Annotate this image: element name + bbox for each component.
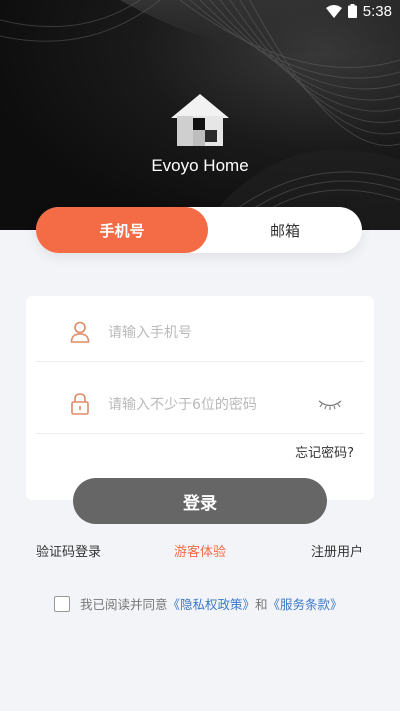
header-banner: 5:38 Evoyo Home — [0, 0, 400, 230]
status-time: 5:38 — [362, 2, 392, 20]
agreement-and: 和 — [255, 597, 268, 612]
app-name: Evoyo Home — [151, 156, 249, 175]
agreement-checkbox[interactable] — [54, 595, 70, 612]
status-bar: 5:38 — [0, 0, 400, 22]
tab-email[interactable]: 邮箱 — [208, 207, 362, 253]
password-field[interactable]: 请输入不少于6位的密码 — [36, 374, 364, 434]
register-link[interactable]: 注册用户 — [311, 541, 363, 560]
login-method-tabs: 手机号 邮箱 — [36, 207, 362, 253]
forgot-password-link[interactable]: 忘记密码? — [295, 442, 354, 461]
eye-closed-icon[interactable] — [316, 396, 344, 412]
agreement-row: 我已阅读并同意 《隐私权政策》 和 《服务条款》 — [54, 594, 343, 613]
phone-field[interactable]: 请输入手机号 — [36, 302, 364, 362]
lock-icon — [66, 390, 94, 418]
guest-mode-link[interactable]: 游客体验 — [174, 541, 226, 560]
agreement-prefix: 我已阅读并同意 — [80, 597, 168, 612]
wifi-icon — [325, 4, 342, 18]
privacy-policy-link[interactable]: 《隐私权政策》 — [168, 594, 256, 613]
terms-of-service-link[interactable]: 《服务条款》 — [268, 594, 343, 613]
auth-links: 验证码登录 游客体验 注册用户 — [0, 541, 400, 561]
login-form-card: 请输入手机号 请输入不少于6位的密码 忘记密码? — [26, 296, 374, 500]
login-button[interactable]: 登录 — [73, 478, 327, 524]
tab-phone[interactable]: 手机号 — [36, 207, 208, 253]
sms-login-link[interactable]: 验证码登录 — [36, 541, 101, 560]
password-input-placeholder[interactable]: 请输入不少于6位的密码 — [108, 394, 316, 414]
phone-input-placeholder[interactable]: 请输入手机号 — [108, 322, 364, 342]
battery-icon — [347, 4, 357, 18]
user-icon — [66, 318, 94, 346]
app-logo-icon — [171, 94, 229, 146]
